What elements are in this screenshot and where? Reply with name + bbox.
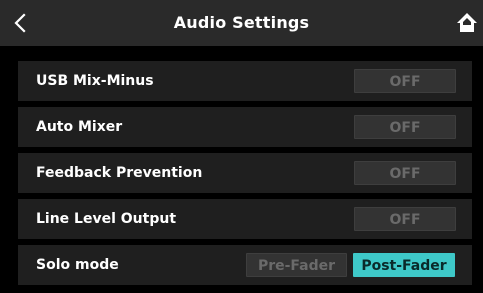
usb-mix-minus-toggle[interactable]: OFF [354, 69, 456, 93]
chevron-left-icon [14, 13, 26, 33]
setting-label: Line Level Output [36, 211, 177, 227]
setting-row-solo-mode: Solo mode Pre-Fader Post-Fader [18, 245, 472, 285]
page-title: Audio Settings [173, 13, 310, 32]
setting-label: Solo mode [36, 257, 119, 273]
setting-row-line-level-output: Line Level Output OFF [18, 199, 472, 239]
setting-row-feedback-prevention: Feedback Prevention OFF [18, 153, 472, 193]
setting-row-usb-mix-minus: USB Mix-Minus OFF [18, 61, 472, 101]
auto-mixer-toggle[interactable]: OFF [354, 115, 456, 139]
home-button[interactable] [455, 11, 479, 35]
setting-label: Auto Mixer [36, 119, 123, 135]
pre-fader-button[interactable]: Pre-Fader [246, 253, 347, 277]
setting-row-auto-mixer: Auto Mixer OFF [18, 107, 472, 147]
back-button[interactable] [10, 12, 32, 34]
setting-label: Feedback Prevention [36, 165, 203, 181]
setting-label: USB Mix-Minus [36, 73, 154, 89]
feedback-prevention-toggle[interactable]: OFF [354, 161, 456, 185]
home-icon [457, 13, 477, 32]
post-fader-button[interactable]: Post-Fader [353, 253, 455, 277]
line-level-output-toggle[interactable]: OFF [354, 207, 456, 231]
title-bar: Audio Settings [0, 0, 483, 46]
audio-settings-screen: Audio Settings USB Mix-Minus OFF Auto Mi… [0, 0, 483, 293]
